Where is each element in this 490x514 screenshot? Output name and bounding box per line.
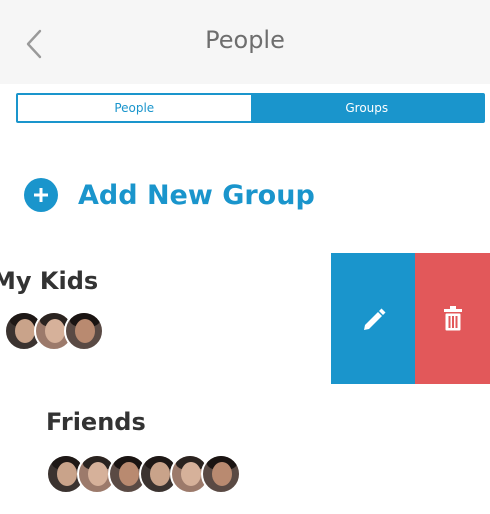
group-row-friends[interactable]: Friends: [0, 398, 490, 498]
pencil-icon: [364, 308, 386, 330]
member-avatars: [4, 311, 114, 351]
member-avatars: [46, 454, 266, 494]
group-name: My Kids: [0, 267, 99, 295]
tab-people[interactable]: People: [18, 95, 251, 121]
edit-group-button[interactable]: [331, 253, 415, 384]
plus-circle-icon: [24, 178, 58, 212]
people-groups-segmented-control: People Groups: [16, 93, 485, 123]
add-new-group-button[interactable]: Add New Group: [24, 172, 315, 218]
trash-icon: [443, 305, 462, 330]
avatar: [64, 311, 104, 351]
group-name: Friends: [46, 408, 146, 436]
group-row-my-kids[interactable]: My Kids: [0, 253, 490, 384]
avatar: [201, 454, 241, 494]
delete-group-button[interactable]: [415, 253, 490, 384]
add-new-group-label: Add New Group: [78, 179, 315, 211]
nav-header: People: [0, 0, 490, 84]
tab-groups[interactable]: Groups: [250, 95, 483, 121]
people-screen: People People Groups Add New Group My Ki…: [0, 0, 490, 514]
page-title: People: [205, 26, 285, 54]
